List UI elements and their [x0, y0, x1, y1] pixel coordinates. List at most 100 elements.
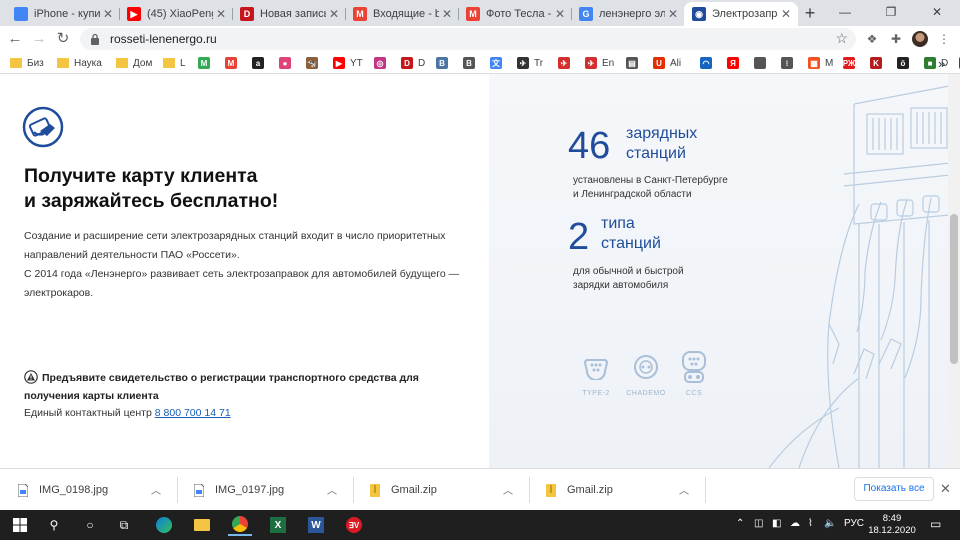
chevron-up-icon[interactable]: ︿: [679, 482, 689, 497]
types-sub-2: зарядки автомобиля: [573, 280, 669, 291]
bookmark-item[interactable]: 🐄: [306, 55, 323, 71]
notifications-icon[interactable]: ▭: [930, 517, 941, 531]
bookmark-item[interactable]: M: [198, 55, 215, 71]
page-scrollbar[interactable]: [948, 74, 960, 468]
url-text: rosseti-lenenergo.ru: [110, 32, 217, 46]
chevron-up-icon[interactable]: ︿: [327, 482, 337, 497]
tray-app-icon[interactable]: ◫: [754, 518, 763, 529]
profile-avatar[interactable]: [912, 31, 928, 47]
menu-kebab-icon[interactable]: ⋮: [936, 31, 952, 47]
tab-close-icon[interactable]: ✕: [665, 7, 681, 21]
search-button[interactable]: ⚲: [42, 514, 66, 536]
dropbox-extension-icon[interactable]: ❖: [864, 31, 880, 47]
download-item[interactable]: IMG_0197.jpg ︿: [178, 477, 354, 503]
bookmark-item[interactable]: B: [463, 55, 480, 71]
yandex-icon: Я: [727, 57, 739, 69]
download-item[interactable]: Gmail.zip ︿: [530, 477, 706, 503]
windows-start-button[interactable]: [8, 514, 32, 536]
stations-count-label-2: станций: [626, 145, 686, 162]
bookmark-item[interactable]: ▶ YT: [333, 55, 363, 71]
browser-tab[interactable]: ▶ (45) XiaoPeng G✕: [119, 2, 233, 26]
reload-button[interactable]: ↻: [54, 30, 72, 48]
show-all-downloads-button[interactable]: Показать все: [854, 477, 934, 501]
bookmark-item[interactable]: a: [252, 55, 269, 71]
bookmark-item[interactable]: U Ali: [653, 55, 681, 71]
new-tab-button[interactable]: +: [800, 3, 820, 23]
bookmark-item[interactable]: L: [163, 55, 186, 71]
bookmark-item[interactable]: Я: [727, 55, 744, 71]
download-item[interactable]: IMG_0198.jpg ︿: [2, 477, 178, 503]
volume-icon[interactable]: 🔈: [824, 518, 836, 529]
bookmark-item[interactable]: ⁝: [781, 55, 798, 71]
tab-close-icon[interactable]: ✕: [552, 7, 568, 21]
green-square-icon: ■: [924, 57, 936, 69]
minimize-button[interactable]: —: [822, 0, 868, 26]
tab-close-icon[interactable]: ✕: [778, 7, 794, 21]
close-window-button[interactable]: ✕: [914, 0, 960, 26]
more-bookmarks-button[interactable]: »: [938, 55, 945, 71]
scrollbar-thumb[interactable]: [950, 214, 958, 364]
browser-tab[interactable]: M Фото Тесла - 21✕: [458, 2, 572, 26]
tray-meet-icon[interactable]: ◧: [772, 518, 781, 529]
contact-phone-link[interactable]: 8 800 700 14 71: [155, 407, 231, 419]
browser-tab[interactable]: Gленэнерго эле✕: [571, 2, 685, 26]
red-app-icon: ∃V: [346, 517, 362, 533]
file-explorer-taskbar-button[interactable]: [190, 514, 214, 536]
bookmark-star-icon[interactable]: ☆: [835, 30, 848, 47]
wifi-icon[interactable]: ⌇: [808, 518, 813, 529]
chevron-up-icon[interactable]: ︿: [503, 482, 513, 497]
o-umlaut-icon: ö: [897, 57, 909, 69]
bookmark-item[interactable]: ✈ En: [585, 55, 614, 71]
tab-close-icon[interactable]: ✕: [439, 7, 455, 21]
bookmark-item[interactable]: ●: [279, 55, 296, 71]
folder-icon: [194, 519, 210, 531]
download-item[interactable]: Gmail.zip ︿: [354, 477, 530, 503]
browser-tab[interactable]: D Новая запись ✕: [232, 2, 346, 26]
system-clock[interactable]: 8:49 18.12.2020: [868, 513, 916, 537]
extensions-puzzle-icon[interactable]: ✚: [888, 31, 904, 47]
language-indicator[interactable]: РУС: [844, 518, 864, 529]
task-view-button[interactable]: ⧉: [112, 514, 136, 536]
bookmark-item[interactable]: ▦ M: [808, 55, 833, 71]
bookmark-item[interactable]: Биз: [10, 55, 44, 71]
bookmark-item[interactable]: РЖ: [843, 55, 860, 71]
address-bar[interactable]: rosseti-lenenergo.ru ☆: [80, 28, 856, 50]
tab-close-icon[interactable]: ✕: [213, 7, 229, 21]
aliexpress-icon: U: [653, 57, 665, 69]
title-line-1: Получите карту клиента: [24, 165, 258, 187]
chevron-up-icon[interactable]: ︿: [151, 482, 161, 497]
tab-close-icon[interactable]: ✕: [326, 7, 342, 21]
browser-tab[interactable]: ◉ Электрозаправ✕: [684, 2, 798, 26]
edge-taskbar-button[interactable]: [152, 514, 176, 536]
bookmark-item[interactable]: DD: [401, 55, 425, 71]
browser-tab[interactable]: iPhone - купить✕: [6, 2, 120, 26]
tab-close-icon[interactable]: ✕: [100, 7, 116, 21]
close-downloads-bar-button[interactable]: ✕: [940, 481, 951, 497]
bookmark-item[interactable]: ▤: [626, 55, 643, 71]
bookmark-item[interactable]: Дом: [116, 55, 152, 71]
tray-cloud-icon[interactable]: ☁: [790, 518, 800, 529]
forward-button[interactable]: →: [30, 30, 48, 48]
restore-button[interactable]: ❐: [868, 0, 914, 26]
bookmark-item[interactable]: 文: [490, 55, 507, 71]
excel-taskbar-button[interactable]: X: [266, 514, 290, 536]
back-button[interactable]: ←: [6, 30, 24, 48]
task-view-icon: ⧉: [119, 517, 129, 532]
bookmark-item[interactable]: В: [436, 55, 453, 71]
word-taskbar-button[interactable]: W: [304, 514, 328, 536]
bookmark-item[interactable]: ✈: [558, 55, 575, 71]
bookmark-item[interactable]: ◠: [700, 55, 717, 71]
bookmark-item[interactable]: ◎: [374, 55, 391, 71]
app-taskbar-button[interactable]: ∃V: [342, 514, 366, 536]
cortana-button[interactable]: ○: [78, 514, 102, 536]
bookmark-item[interactable]: ö: [897, 55, 914, 71]
bookmark-item[interactable]: Наука: [57, 55, 102, 71]
bookmark-item[interactable]: [754, 55, 771, 71]
browser-tab[interactable]: M Входящие - ba✕: [345, 2, 459, 26]
stations-count: 46: [568, 125, 611, 167]
bookmark-item[interactable]: K: [870, 55, 887, 71]
tray-chevron-icon[interactable]: ⌃: [736, 518, 744, 529]
bookmark-item[interactable]: ✈ Tr: [517, 55, 543, 71]
chrome-taskbar-button[interactable]: [228, 514, 252, 536]
bookmark-item[interactable]: M: [225, 55, 242, 71]
